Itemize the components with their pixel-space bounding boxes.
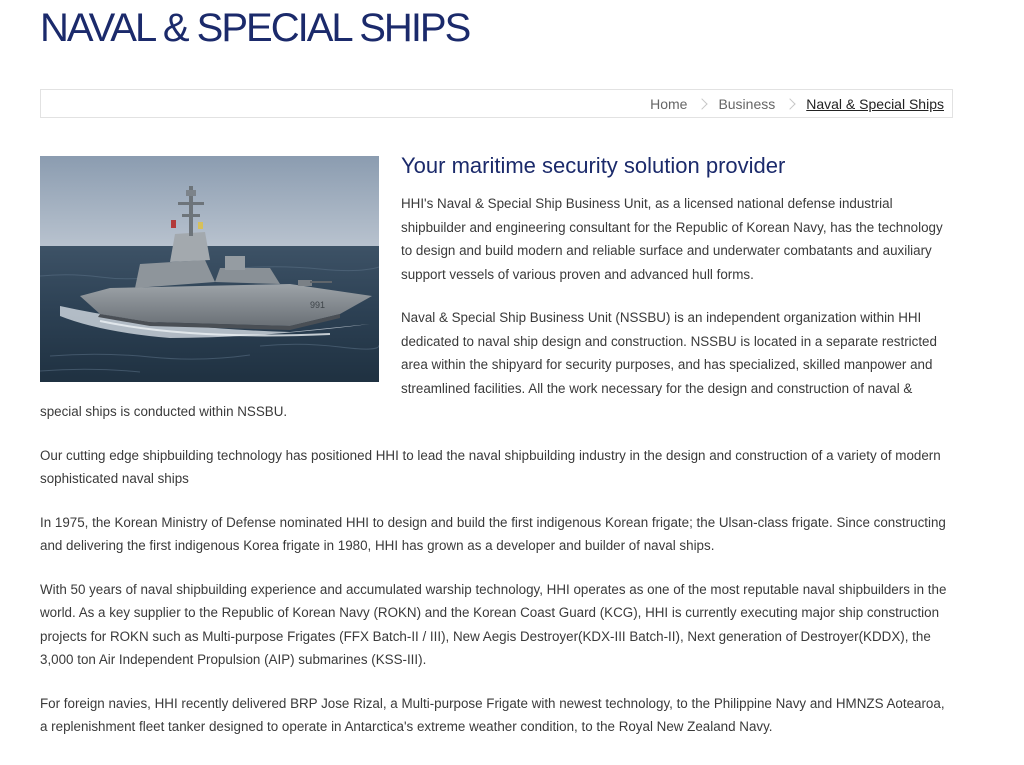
breadcrumb-current-link[interactable]: Naval & Special Ships bbox=[806, 96, 944, 112]
experience-paragraph: With 50 years of naval shipbuilding expe… bbox=[40, 581, 947, 668]
breadcrumb-bar: Home Business Naval & Special Ships bbox=[40, 89, 953, 118]
chevron-right-icon bbox=[696, 97, 709, 110]
chevron-right-icon bbox=[784, 97, 796, 110]
svg-text:991: 991 bbox=[310, 300, 325, 310]
breadcrumb-business-link[interactable]: Business bbox=[718, 96, 775, 112]
ship-photo: 991 bbox=[40, 156, 379, 382]
breadcrumb-home-link[interactable]: Home bbox=[650, 96, 687, 112]
main-content: 991 Your maritime security solution prov… bbox=[40, 155, 954, 759]
page-title: NAVAL & SPECIAL SHIPS bbox=[40, 6, 471, 50]
technology-paragraph: Our cutting edge shipbuilding technology… bbox=[40, 447, 941, 487]
history-paragraph: In 1975, the Korean Ministry of Defense … bbox=[40, 514, 946, 554]
breadcrumb: Home Business Naval & Special Ships bbox=[650, 90, 944, 117]
foreign-navies-paragraph: For foreign navies, HHI recently deliver… bbox=[40, 695, 945, 735]
